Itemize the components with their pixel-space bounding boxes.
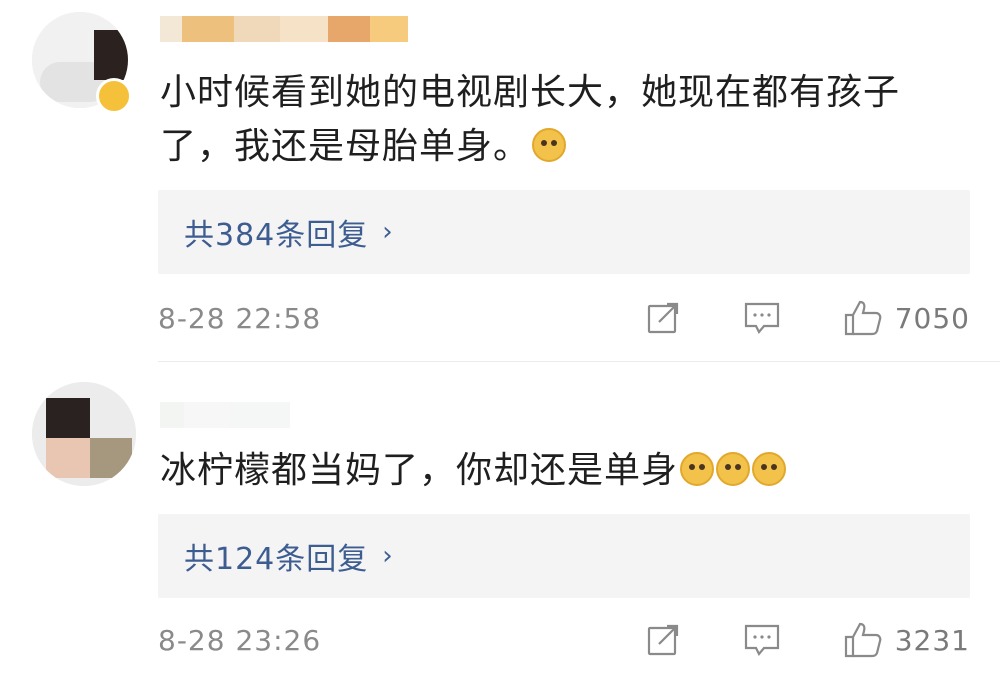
doge-emoji-icon (680, 452, 715, 486)
comment-timestamp: 8-28 22:58 (158, 301, 322, 335)
doge-emoji-icon (532, 128, 567, 162)
comment-icon[interactable] (743, 622, 781, 658)
doge-emoji-icon (752, 452, 787, 486)
comment-icon[interactable] (743, 300, 781, 336)
chevron-right-icon: › (382, 217, 393, 247)
username-blurred[interactable] (160, 402, 290, 428)
share-icon[interactable] (645, 300, 681, 336)
view-replies-button[interactable]: 共384条回复 › (158, 190, 970, 274)
share-icon[interactable] (645, 622, 681, 658)
replies-count-label: 共384条回复 (184, 218, 369, 253)
username-blurred[interactable] (160, 16, 408, 42)
comment-item: 小时候看到她的电视剧长大，她现在都有孩子 了，我还是母胎单身。 共384条回复 … (0, 0, 1000, 362)
comment-text: 冰柠檬都当妈了，你却还是单身 (160, 444, 940, 498)
chevron-right-icon: › (382, 541, 393, 571)
comment-text-line: 小时候看到她的电视剧长大，她现在都有孩子 (160, 72, 901, 113)
doge-emoji-icon (716, 452, 751, 486)
comment-timestamp: 8-28 23:26 (158, 623, 322, 657)
like-count: 7050 (894, 301, 970, 335)
like-count: 3231 (894, 623, 970, 657)
comment-text: 小时候看到她的电视剧长大，她现在都有孩子 了，我还是母胎单身。 (160, 66, 940, 174)
comment-meta: 8-28 22:58 7050 (158, 298, 970, 338)
thumbs-up-icon[interactable] (843, 299, 883, 337)
comment-item: 冰柠檬都当妈了，你却还是单身 共124条回复 › 8-28 23:26 3231 (0, 362, 1000, 698)
view-replies-button[interactable]: 共124条回复 › (158, 514, 970, 598)
comment-text-line: 冰柠檬都当妈了，你却还是单身 (160, 444, 940, 498)
thumbs-up-icon[interactable] (843, 621, 883, 659)
comment-meta: 8-28 23:26 3231 (158, 620, 970, 660)
comment-text-line: 了，我还是母胎单身。 (160, 120, 940, 174)
verified-badge-icon (96, 78, 132, 114)
avatar[interactable] (32, 382, 136, 486)
replies-count-label: 共124条回复 (184, 542, 369, 577)
